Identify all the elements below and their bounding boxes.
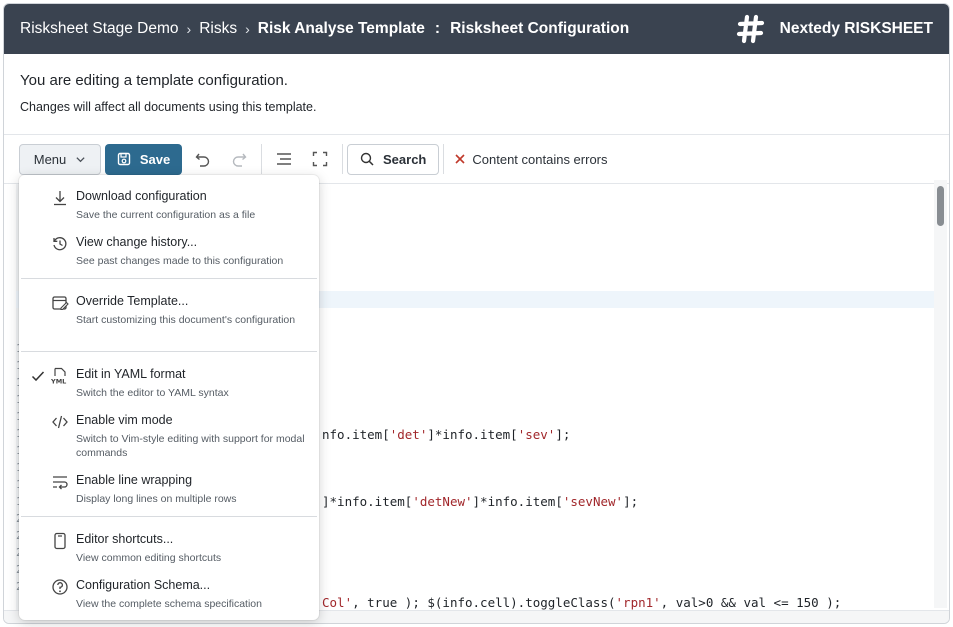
- undo-button[interactable]: [185, 144, 221, 175]
- menu-button[interactable]: Menu: [19, 143, 101, 175]
- menu-item-title: Enable vim mode: [76, 413, 173, 427]
- menu-item-desc: View common editing shortcuts: [76, 552, 222, 564]
- schema-icon: [52, 579, 68, 595]
- code-line: ]*info.item['detNew']*info.item['sevNew'…: [322, 494, 639, 509]
- menu-item-override-template[interactable]: Override Template... Start customizing t…: [19, 294, 319, 340]
- breadcrumb: Risksheet Stage Demo › Risks › Risk Anal…: [4, 20, 629, 38]
- menu-item-desc: See past changes made to this configurat…: [76, 255, 284, 267]
- menu-item-shortcuts[interactable]: Editor shortcuts... View common editing …: [19, 532, 319, 568]
- editor-scrollbar[interactable]: [934, 180, 947, 608]
- error-text: Content contains errors: [472, 151, 608, 167]
- search-label: Search: [383, 151, 427, 167]
- brand-name: Nextedy RISKSHEET: [779, 20, 933, 37]
- chevron-right-icon: ›: [245, 21, 250, 37]
- search-icon: [360, 152, 374, 166]
- toolbar-divider: [443, 144, 445, 174]
- yaml-icon: YML: [51, 367, 66, 386]
- download-icon: [54, 191, 66, 206]
- menu-item-download[interactable]: Download configuration Save the current …: [19, 189, 319, 225]
- breadcrumb-document[interactable]: Risk Analyse Template: [258, 20, 425, 38]
- menu-item-title: Download configuration: [76, 189, 207, 203]
- save-icon: [117, 152, 131, 166]
- breadcrumb-risks[interactable]: Risks: [199, 20, 237, 38]
- menu-item-title: Enable line wrapping: [76, 473, 193, 487]
- checkmark-icon: [31, 371, 45, 382]
- wrap-icon: [53, 476, 68, 490]
- fullscreen-icon: [312, 151, 328, 167]
- menu-item-title: Edit in YAML format: [76, 367, 186, 381]
- history-icon: [53, 237, 67, 251]
- chevron-right-icon: ›: [186, 21, 192, 37]
- toolbar-divider: [342, 144, 343, 174]
- menu-item-title: Configuration Schema...: [76, 578, 211, 592]
- menu-divider: [21, 516, 317, 517]
- fullscreen-button[interactable]: [302, 144, 338, 175]
- menu-button-label: Menu: [33, 151, 67, 167]
- error-x-icon: [455, 154, 465, 164]
- svg-text:YML: YML: [51, 378, 66, 386]
- menu-item-desc: Save the current configuration as a file: [76, 209, 256, 221]
- hash-logo-icon: [736, 14, 764, 44]
- search-button[interactable]: Search: [347, 143, 440, 175]
- menu-item-yaml[interactable]: YML Edit in YAML format Switch the edito…: [19, 367, 319, 403]
- chevron-down-icon: [76, 156, 85, 162]
- brand: Nextedy RISKSHEET: [736, 14, 949, 44]
- save-button[interactable]: Save: [105, 143, 182, 175]
- menu-item-title: View change history...: [76, 235, 198, 249]
- menu-item-line-wrap[interactable]: Enable line wrapping Display long lines …: [19, 473, 319, 509]
- menu-item-desc: Display long lines on multiple rows: [76, 493, 237, 505]
- redo-button[interactable]: [221, 144, 257, 175]
- menu-item-schema[interactable]: Configuration Schema... View the complet…: [19, 578, 319, 614]
- breadcrumb-project[interactable]: Risksheet Stage Demo: [20, 20, 179, 38]
- menu-item-desc: Switch to Vim-style editing with support…: [76, 433, 305, 459]
- code-line: Col', true ); $(info.cell).toggleClass('…: [322, 595, 842, 610]
- toolbar-divider: [261, 144, 262, 174]
- format-lines-icon: [277, 153, 291, 165]
- menu-item-desc: Start customizing this document's config…: [76, 314, 296, 326]
- menu-item-history[interactable]: View change history... See past changes …: [19, 235, 319, 271]
- error-status[interactable]: Content contains errors: [454, 151, 608, 167]
- menu-item-title: Editor shortcuts...: [76, 532, 174, 546]
- notice-title: You are editing a template configuration…: [20, 72, 288, 89]
- undo-icon: [195, 153, 210, 167]
- top-bar: Risksheet Stage Demo › Risks › Risk Anal…: [4, 4, 949, 54]
- menu-item-title: Override Template...: [76, 294, 189, 308]
- save-label: Save: [139, 151, 171, 167]
- shortcuts-icon: [54, 532, 66, 550]
- menu-divider: [21, 351, 317, 352]
- template-notice: You are editing a template configuration…: [4, 54, 949, 135]
- menu-item-desc: Switch the editor to YAML syntax: [76, 387, 229, 399]
- menu-divider: [21, 278, 317, 279]
- code-icon: [52, 415, 68, 429]
- menu-item-desc: View the complete schema specification: [76, 598, 262, 610]
- redo-icon: [232, 153, 247, 167]
- menu-item-vim[interactable]: Enable vim mode Switch to Vim-style edit…: [19, 413, 319, 459]
- editor-scrollbar-thumb[interactable]: [937, 186, 944, 226]
- format-button[interactable]: [266, 144, 302, 175]
- code-line: nfo.item['det']*info.item['sev'];: [322, 427, 571, 442]
- notice-subtitle: Changes will affect all documents using …: [20, 100, 317, 114]
- override-template-icon: [52, 296, 69, 311]
- menu-dropdown: Download configuration Save the current …: [19, 175, 319, 620]
- page-title: Risksheet Configuration: [450, 20, 630, 37]
- breadcrumb-separator: :: [434, 20, 441, 37]
